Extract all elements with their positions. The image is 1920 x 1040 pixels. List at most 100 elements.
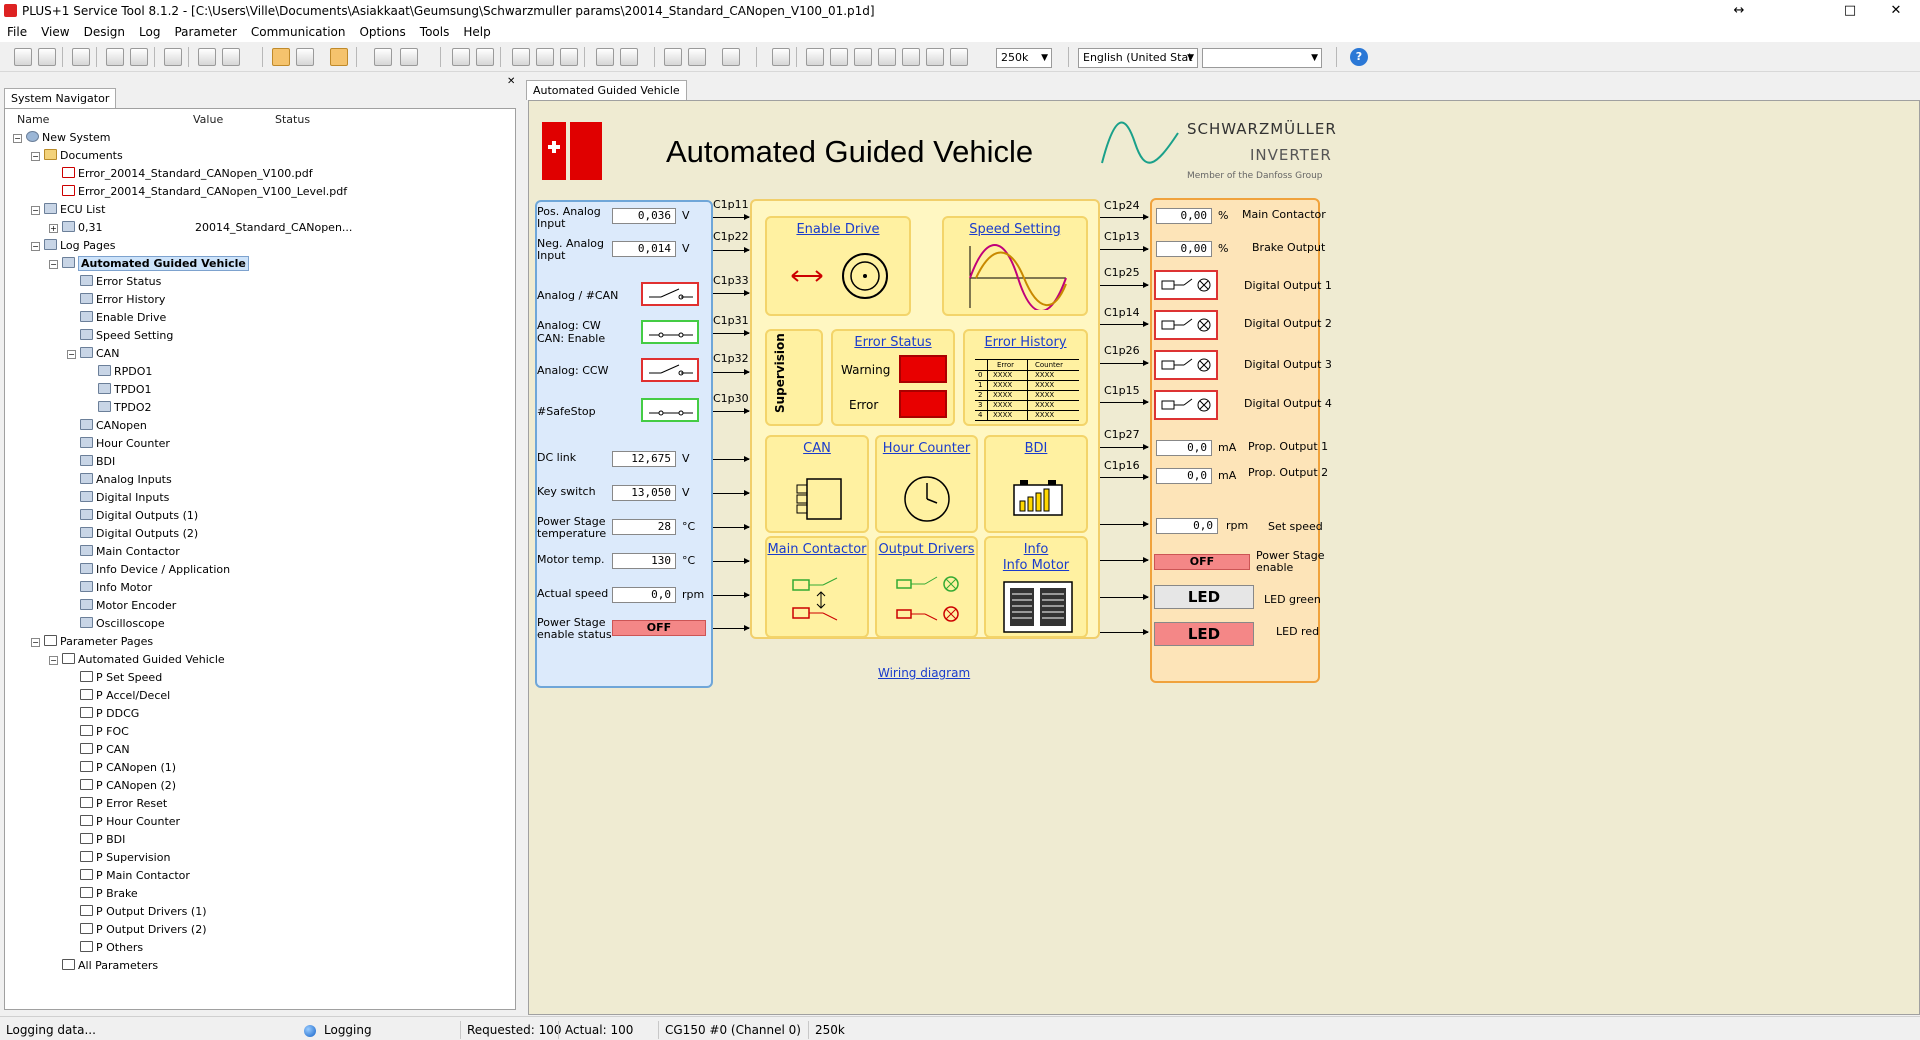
param-write-icon[interactable] [476, 48, 494, 66]
tree-item[interactable]: P DDCG [67, 705, 139, 723]
menu-design[interactable]: Design [77, 25, 132, 39]
tool-b-icon[interactable] [830, 48, 848, 66]
collapse-icon[interactable]: − [13, 134, 22, 143]
tree-item[interactable]: BDI [67, 453, 115, 471]
tree-item[interactable]: P Brake [67, 885, 138, 903]
tree-item[interactable]: Error Status [67, 273, 161, 291]
main-contactor-link[interactable]: Main Contactor [767, 542, 867, 557]
tree-item[interactable]: P Error Reset [67, 795, 167, 813]
tool-d-icon[interactable] [878, 48, 896, 66]
speed-setting-box[interactable]: Speed Setting [942, 216, 1088, 316]
splitter[interactable] [518, 72, 526, 1010]
error-history-box[interactable]: Error History Error Counter 0 XXXX XXXX 1 XX… [963, 329, 1088, 426]
tree-item[interactable]: P Others [67, 939, 143, 957]
page-b-icon[interactable] [536, 48, 554, 66]
tree-item[interactable]: P Hour Counter [67, 813, 180, 831]
page-e-icon[interactable] [620, 48, 638, 66]
collapse-icon[interactable]: − [49, 656, 58, 665]
error-status-box[interactable]: Error Status Warning Error [831, 329, 955, 426]
menu-help[interactable]: Help [456, 25, 497, 39]
menu-options[interactable]: Options [352, 25, 412, 39]
record-icon[interactable] [722, 48, 740, 66]
tree-item[interactable]: Error History [67, 291, 165, 309]
output-drivers-link[interactable]: Output Drivers [877, 542, 976, 557]
tree-item[interactable]: Info Motor [67, 579, 152, 597]
menu-log[interactable]: Log [132, 25, 167, 39]
secondary-select[interactable]: ▼ [1202, 48, 1322, 68]
page-c-icon[interactable] [560, 48, 578, 66]
disconnect-icon[interactable] [130, 48, 148, 66]
tree-item[interactable]: P CANopen (2) [67, 777, 176, 795]
enable-drive-link[interactable]: Enable Drive [767, 222, 909, 237]
tree-item[interactable]: Digital Inputs [67, 489, 169, 507]
tree-item[interactable]: +0,31 [49, 219, 103, 237]
split-view-icon[interactable] [330, 48, 348, 66]
tool-a-icon[interactable] [806, 48, 824, 66]
tree-item[interactable]: P Supervision [67, 849, 170, 867]
column-status[interactable]: Status [275, 113, 310, 126]
wiring-diagram-link[interactable]: Wiring diagram [878, 666, 970, 680]
pin-icon[interactable]: ✕ [507, 76, 515, 87]
error-status-link[interactable]: Error Status [833, 335, 953, 350]
layout-icon[interactable] [296, 48, 314, 66]
tab-system-navigator[interactable]: System Navigator [4, 88, 117, 108]
tree-item[interactable]: P Output Drivers (1) [67, 903, 207, 921]
collapse-icon[interactable]: − [31, 206, 40, 215]
tree-item[interactable]: − Automated Guided Vehicle [49, 651, 225, 669]
expand-icon[interactable]: + [49, 224, 58, 233]
tree-item[interactable]: − ECU List [31, 201, 105, 219]
tree-item[interactable]: P CAN [67, 741, 130, 759]
page-a-icon[interactable] [512, 48, 530, 66]
new-icon[interactable] [14, 48, 32, 66]
help-icon[interactable]: ? [1350, 48, 1368, 66]
tree-item[interactable]: Digital Outputs (2) [67, 525, 198, 543]
menu-communication[interactable]: Communication [244, 25, 353, 39]
collapse-icon[interactable]: − [31, 242, 40, 251]
tree-item[interactable]: RPDO1 [85, 363, 152, 381]
tree-item[interactable]: − New System [13, 129, 111, 147]
tree-item[interactable]: Error_20014_Standard_CANopen_V100.pdf [49, 165, 313, 183]
supervision-box[interactable]: Supervision [765, 329, 823, 426]
error-history-link[interactable]: Error History [965, 335, 1086, 350]
tree-item[interactable]: P Set Speed [67, 669, 162, 687]
connect-icon[interactable] [106, 48, 124, 66]
tree-item[interactable]: Info Device / Application [67, 561, 230, 579]
tree-item[interactable]: Oscilloscope [67, 615, 165, 633]
tree-item[interactable]: All Parameters [49, 957, 158, 975]
can-box[interactable]: CAN [765, 435, 869, 533]
restore-icon[interactable]: ↔ [1716, 0, 1762, 22]
tree-item[interactable]: P BDI [67, 831, 125, 849]
stop-icon[interactable] [688, 48, 706, 66]
main-contactor-box[interactable]: Main Contactor [765, 536, 869, 638]
menu-tools[interactable]: Tools [413, 25, 457, 39]
log-start-icon[interactable] [374, 48, 392, 66]
tool-e-icon[interactable] [902, 48, 920, 66]
tool-g-icon[interactable] [950, 48, 968, 66]
tree-item[interactable]: Main Contactor [67, 543, 180, 561]
tree-item[interactable]: Hour Counter [67, 435, 170, 453]
menu-file[interactable]: File [0, 25, 34, 39]
menu-parameter[interactable]: Parameter [167, 25, 243, 39]
maximize-button[interactable]: □ [1827, 0, 1873, 22]
collapse-icon[interactable]: − [67, 350, 76, 359]
tree-item[interactable]: − Log Pages [31, 237, 116, 255]
tree-item[interactable]: Error_20014_Standard_CANopen_V100_Level.… [49, 183, 347, 201]
tree-item[interactable]: P FOC [67, 723, 129, 741]
tree-item[interactable]: − Automated Guided Vehicle [49, 255, 249, 273]
tree-item[interactable]: Enable Drive [67, 309, 166, 327]
tree-item[interactable]: Speed Setting [67, 327, 173, 345]
language-select[interactable]: English (United Stat ▼ [1078, 48, 1198, 68]
column-name[interactable]: Name [17, 113, 49, 126]
menu-view[interactable]: View [34, 25, 76, 39]
tree-item[interactable]: Motor Encoder [67, 597, 176, 615]
output-drivers-box[interactable]: Output Drivers [875, 536, 978, 638]
collapse-icon[interactable]: − [31, 152, 40, 161]
info-motor-box[interactable]: Info Info Motor [984, 536, 1088, 638]
baudrate-select[interactable]: 250k ▼ [996, 48, 1052, 68]
download-icon[interactable] [198, 48, 216, 66]
column-value[interactable]: Value [193, 113, 223, 126]
tree-item[interactable]: P Output Drivers (2) [67, 921, 207, 939]
collapse-icon[interactable]: − [31, 638, 40, 647]
tab-automated-guided-vehicle[interactable]: Automated Guided Vehicle [526, 80, 687, 100]
bdi-link[interactable]: BDI [986, 441, 1086, 456]
